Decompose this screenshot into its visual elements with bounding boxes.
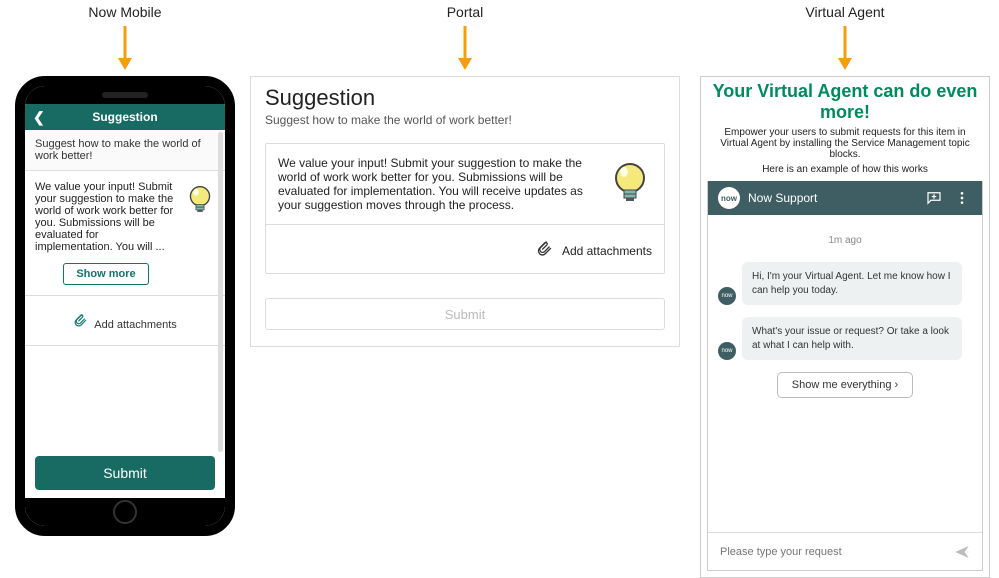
mobile-subtitle: Suggest how to make the world of work be… xyxy=(25,130,225,171)
phone-home-button xyxy=(25,498,225,526)
chat-body: 1m ago now Hi, I'm your Virtual Agent. L… xyxy=(708,215,982,532)
phone-speaker xyxy=(25,86,225,104)
chat-input-row xyxy=(708,532,982,570)
mobile-header-title: Suggestion xyxy=(92,110,157,124)
agent-avatar-icon: now xyxy=(718,342,736,360)
chat-message-row: now What's your issue or request? Or tak… xyxy=(718,317,972,360)
chat-timestamp: 1m ago xyxy=(718,235,972,246)
show-more-button[interactable]: Show more xyxy=(63,263,148,285)
portal-description-text: We value your input! Submit your suggest… xyxy=(278,156,598,212)
agent-avatar-icon: now xyxy=(718,287,736,305)
chat-header: now Now Support xyxy=(708,181,982,215)
chat-window: now Now Support 1m ago now Hi, I'm xyxy=(707,181,983,571)
va-example-caption: Here is an example of how this works xyxy=(707,164,983,181)
mobile-description-block: We value your input! Submit your suggest… xyxy=(25,171,225,296)
chat-message-bubble: What's your issue or request? Or take a … xyxy=(742,317,962,360)
phone-frame: ❮ Suggestion Suggest how to make the wor… xyxy=(15,76,235,536)
back-button[interactable]: ❮ xyxy=(33,109,45,126)
add-attachments-row[interactable]: Add attachments xyxy=(25,296,225,346)
va-title: Your Virtual Agent can do even more! xyxy=(707,81,983,123)
portal-description-block: We value your input! Submit your suggest… xyxy=(265,143,665,224)
more-icon[interactable] xyxy=(952,188,972,208)
chat-message-bubble: Hi, I'm your Virtual Agent. Let me know … xyxy=(742,262,962,305)
submit-button[interactable]: Submit xyxy=(35,456,215,490)
add-attachments-row[interactable]: Add attachments xyxy=(265,224,665,274)
chat-header-title: Now Support xyxy=(748,191,916,205)
paperclip-icon xyxy=(73,319,90,331)
add-attachments-label: Add attachments xyxy=(94,319,177,331)
portal-subtitle: Suggest how to make the world of work be… xyxy=(251,113,679,135)
add-attachments-label: Add attachments xyxy=(562,244,652,258)
arrow-down-icon xyxy=(455,26,475,70)
arrow-down-icon xyxy=(115,26,135,70)
new-chat-icon[interactable] xyxy=(924,188,944,208)
paperclip-icon xyxy=(536,244,556,261)
portal-title: Suggestion xyxy=(251,83,679,113)
mobile-app-bar: ❮ Suggestion xyxy=(25,104,225,130)
chat-message-row: now Hi, I'm your Virtual Agent. Let me k… xyxy=(718,262,972,305)
send-icon[interactable] xyxy=(952,544,972,560)
lightbulb-icon xyxy=(608,156,652,208)
arrow-down-icon xyxy=(835,26,855,70)
virtual-agent-card: Your Virtual Agent can do even more! Emp… xyxy=(700,76,990,578)
phone-screen: ❮ Suggestion Suggest how to make the wor… xyxy=(25,104,225,498)
mobile-description-text: We value your input! Submit your suggest… xyxy=(35,181,173,253)
lightbulb-icon xyxy=(185,181,215,217)
column-label-va: Virtual Agent xyxy=(700,0,990,26)
scrollbar[interactable] xyxy=(218,132,223,452)
show-everything-button[interactable]: Show me everything › xyxy=(777,372,913,398)
column-label-mobile: Now Mobile xyxy=(10,0,240,26)
submit-button[interactable]: Submit xyxy=(265,298,665,330)
portal-card: Suggestion Suggest how to make the world… xyxy=(250,76,680,347)
chevron-right-icon: › xyxy=(895,379,899,391)
show-everything-label: Show me everything xyxy=(792,379,892,391)
va-subtitle: Empower your users to submit requests fo… xyxy=(707,123,983,164)
brand-badge: now xyxy=(718,187,740,209)
column-label-portal: Portal xyxy=(250,0,680,26)
chat-input[interactable] xyxy=(718,545,944,559)
